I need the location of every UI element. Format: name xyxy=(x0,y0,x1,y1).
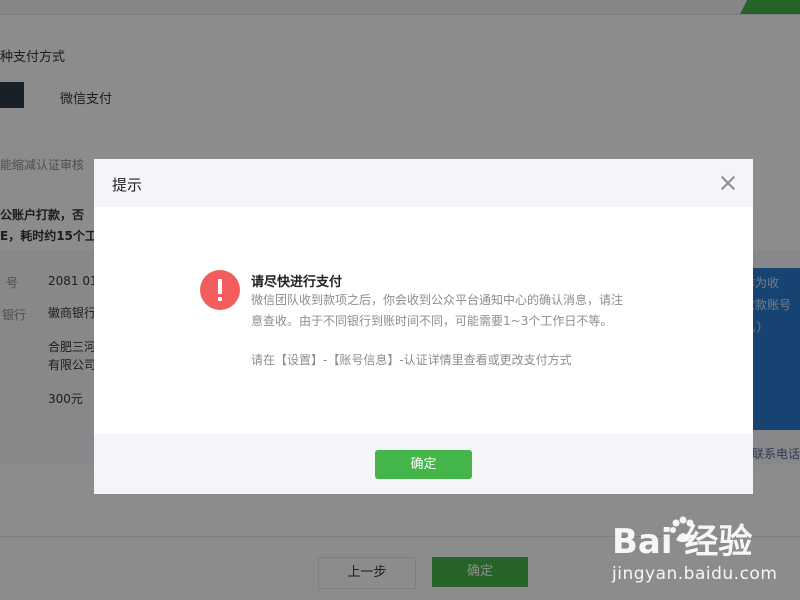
warning-icon xyxy=(200,270,240,310)
dialog-header: 提示 xyxy=(94,159,753,207)
prompt-dialog: 提示 请尽快进行支付 微信团队收到款项之后，你会收到公众平台通知中心的确认消息，… xyxy=(94,159,753,494)
baidu-jingyan-watermark: Bai 经验 jingyan.baidu.com xyxy=(612,514,792,594)
warning-icon-bar xyxy=(218,279,222,294)
dialog-title: 提示 xyxy=(112,176,143,194)
warning-icon-dot xyxy=(218,297,222,301)
message-line: 微信团队收到款项之后，你会收到公众平台通知中心的确认消息，请注 xyxy=(251,293,624,307)
paw-icon xyxy=(670,516,694,542)
close-icon[interactable] xyxy=(718,173,738,193)
message-title: 请尽快进行支付 xyxy=(251,275,343,290)
message-body: 微信团队收到款项之后，你会收到公众平台通知中心的确认消息，请注 意查收。由于不同… xyxy=(251,290,671,332)
message-line: 意查收。由于不同银行到账时间不同，可能需要1~3个工作日不等。 xyxy=(251,314,613,328)
settings-hint: 请在【设置】-【账号信息】-认证详情里查看或更改支付方式 xyxy=(251,353,572,367)
watermark-url: jingyan.baidu.com xyxy=(612,564,778,584)
dialog-footer: 确定 xyxy=(94,434,753,494)
ok-button[interactable]: 确定 xyxy=(375,450,472,479)
